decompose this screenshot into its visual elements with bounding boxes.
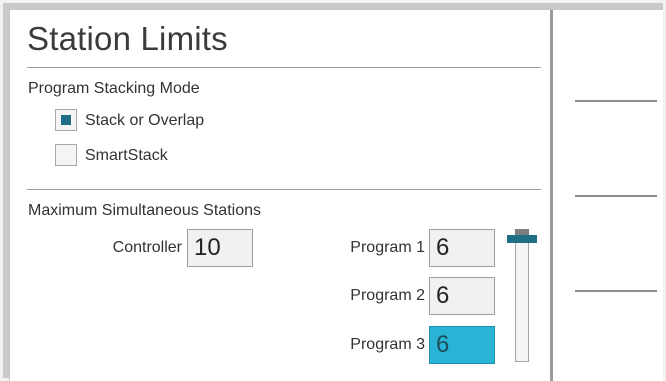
controller-label: Controller — [112, 239, 182, 256]
program-2-field[interactable]: 6 — [429, 277, 495, 315]
controller-field[interactable]: 10 — [187, 229, 253, 267]
stacking-mode-heading: Program Stacking Mode — [28, 80, 200, 97]
softkey-separator-2 — [575, 195, 657, 197]
smartstack-label[interactable]: SmartStack — [85, 147, 168, 165]
main-content: Station Limits Program Stacking Mode Sta… — [10, 10, 550, 381]
program-1-field[interactable]: 6 — [429, 229, 495, 267]
scrollbar-thumb-bar — [507, 235, 537, 243]
page-title: Station Limits — [27, 20, 228, 57]
checkbox-checked-mark — [61, 115, 71, 125]
softkey-separator-3 — [575, 290, 657, 292]
scrollbar-track[interactable] — [515, 234, 529, 362]
softkey-separator-1 — [575, 100, 657, 102]
station-limits-panel: Station Limits Program Stacking Mode Sta… — [9, 9, 663, 381]
program-2-label: Program 2 — [350, 287, 425, 304]
program-3-label: Program 3 — [350, 336, 425, 353]
softkey-column — [553, 10, 663, 381]
max-stations-heading: Maximum Simultaneous Stations — [28, 202, 261, 219]
stack-or-overlap-checkbox[interactable] — [55, 109, 77, 131]
program-3-field[interactable]: 6 — [429, 326, 495, 364]
stack-or-overlap-label[interactable]: Stack or Overlap — [85, 112, 204, 130]
program-1-label: Program 1 — [350, 239, 425, 256]
title-divider — [27, 67, 541, 68]
screen-frame: Station Limits Program Stacking Mode Sta… — [0, 0, 666, 381]
section-divider — [27, 189, 541, 190]
scrollbar-thumb-icon[interactable] — [507, 229, 537, 245]
smartstack-checkbox[interactable] — [55, 144, 77, 166]
